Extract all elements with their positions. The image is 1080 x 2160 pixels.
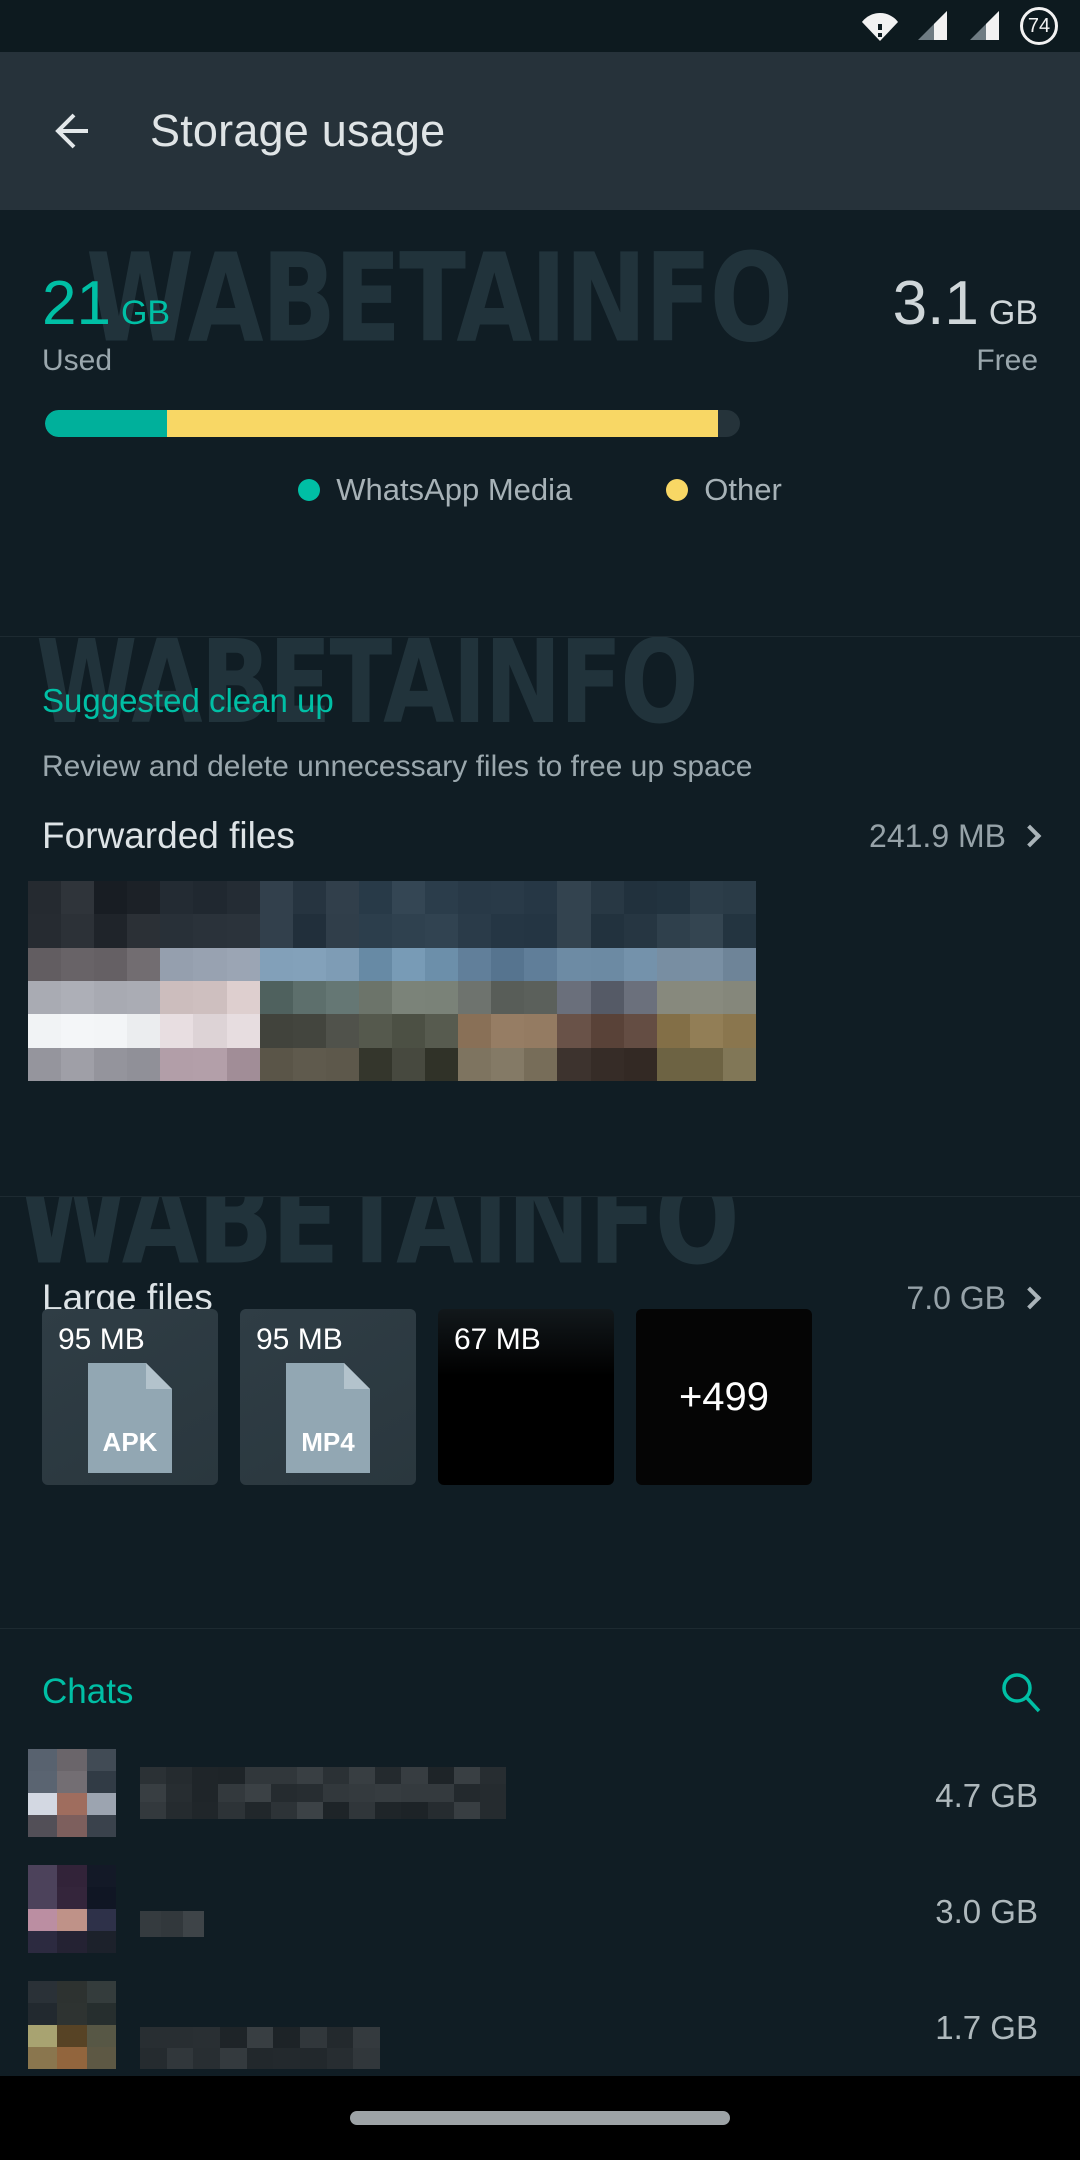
large-file-card[interactable]: 67 MB — [438, 1309, 614, 1485]
large-files-section: WABETAINFO Large files 7.0 GB 95 MB APK … — [0, 1197, 1080, 1629]
free-value: 3.1 — [892, 269, 979, 338]
legend-item-media: WhatsApp Media — [298, 472, 572, 508]
large-file-card[interactable]: 95 MB MP4 — [240, 1309, 416, 1485]
chats-section: Chats 4.7 GB 3.0 GB 1.7 GB — [0, 1629, 1080, 2105]
storage-totals: 21 GB Used 3.1 GB Free — [0, 272, 1080, 378]
progress-segment-other — [166, 410, 718, 437]
used-storage: 21 GB Used — [42, 272, 170, 378]
search-icon[interactable] — [998, 1669, 1044, 1715]
free-storage: 3.1 GB Free — [893, 272, 1038, 378]
avatar — [28, 1981, 116, 2069]
avatar — [28, 1865, 116, 1953]
chats-header: Chats — [42, 1669, 1044, 1715]
chat-size: 4.7 GB — [935, 1777, 1038, 1814]
battery-icon: 74 — [1020, 7, 1058, 45]
app-bar: Storage usage — [0, 52, 1080, 210]
avatar — [28, 1749, 116, 1837]
large-files-size: 7.0 GB — [906, 1279, 1006, 1316]
progress-segment-media — [45, 410, 167, 437]
signal-icon-1 — [918, 11, 947, 40]
used-label: Used — [42, 344, 113, 377]
chat-list-item[interactable]: 3.0 GB — [0, 1865, 1080, 1993]
legend-label-media: WhatsApp Media — [336, 472, 573, 507]
wifi-icon — [862, 13, 898, 41]
storage-summary-section: WABETAINFO 21 GB Used 3.1 GB Free WhatsA… — [0, 210, 1080, 635]
chat-size: 3.0 GB — [935, 1893, 1038, 1930]
storage-progress-bar — [45, 410, 740, 437]
chat-name-blurred — [140, 1911, 204, 1937]
forwarded-files-label: Forwarded files — [42, 815, 295, 856]
chat-list-item[interactable]: 4.7 GB — [0, 1749, 1080, 1877]
large-file-type: APK — [103, 1427, 158, 1457]
back-button[interactable] — [40, 101, 100, 161]
chats-title: Chats — [42, 1672, 134, 1711]
forwarded-files-preview[interactable] — [28, 881, 756, 1081]
large-files-more-count: +499 — [678, 1374, 770, 1419]
cleanup-subtitle: Review and delete unnecessary files to f… — [42, 750, 753, 783]
legend-label-other: Other — [704, 472, 782, 507]
chevron-right-icon — [1018, 824, 1042, 848]
navigation-bar — [0, 2076, 1080, 2160]
chat-size: 1.7 GB — [935, 2009, 1038, 2046]
large-file-type: MP4 — [301, 1427, 355, 1457]
free-label: Free — [976, 344, 1038, 377]
status-bar: 74 — [0, 0, 1080, 52]
large-file-size: 95 MB — [256, 1323, 343, 1356]
used-unit: GB — [120, 294, 171, 332]
forwarded-files-row[interactable]: Forwarded files 241.9 MB — [42, 815, 1042, 857]
free-unit: GB — [988, 294, 1038, 332]
large-files-card-list: 95 MB APK 95 MB MP4 67 MB +499 — [42, 1309, 812, 1485]
cleanup-title: Suggested clean up — [42, 682, 334, 719]
back-arrow-icon — [55, 113, 88, 149]
chevron-right-icon — [1018, 1286, 1042, 1310]
chat-name-blurred — [140, 1767, 506, 1819]
large-files-more-card[interactable]: +499 — [636, 1309, 812, 1485]
large-file-card[interactable]: 95 MB APK — [42, 1309, 218, 1485]
forwarded-files-size: 241.9 MB — [869, 817, 1006, 854]
document-file-icon: APK — [88, 1363, 172, 1473]
storage-legend: WhatsApp Media Other — [0, 472, 1080, 508]
signal-icon-2 — [970, 11, 999, 40]
storage-usage-screen: 74 Storage usage WABETAINFO 21 GB Used 3… — [0, 0, 1080, 2160]
legend-dot-other — [666, 479, 689, 501]
large-file-size: 67 MB — [454, 1323, 541, 1356]
used-value: 21 — [42, 269, 111, 338]
legend-item-other: Other — [666, 472, 782, 508]
home-indicator[interactable] — [350, 2111, 730, 2125]
legend-dot-media — [298, 479, 321, 501]
suggested-cleanup-section: WABETAINFO Suggested clean up Review and… — [0, 637, 1080, 1197]
large-file-size: 95 MB — [58, 1323, 145, 1356]
document-file-icon: MP4 — [286, 1363, 370, 1473]
page-title: Storage usage — [150, 105, 446, 156]
chat-name-blurred — [140, 2027, 380, 2069]
